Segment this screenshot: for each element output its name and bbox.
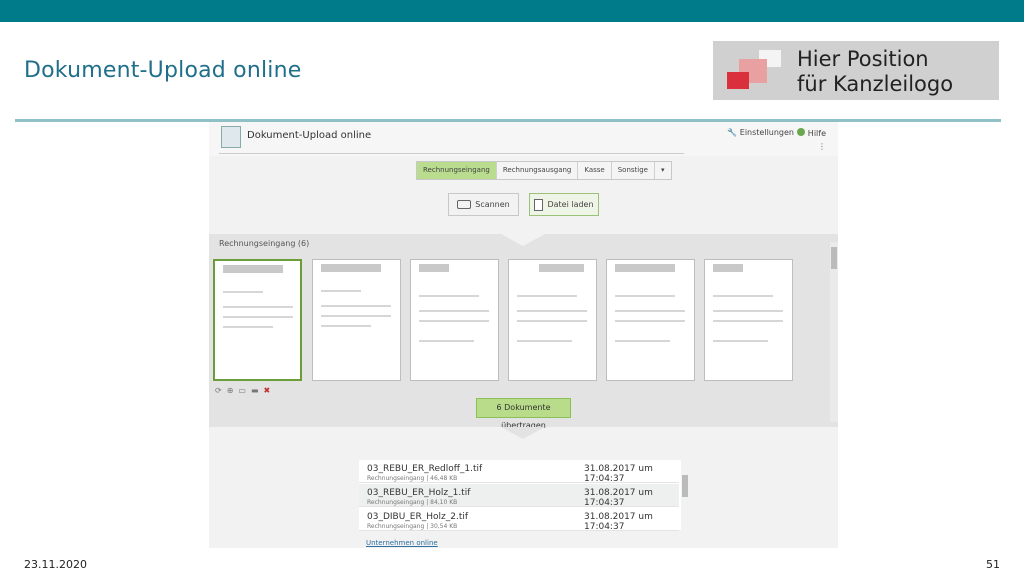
list-item[interactable]: 03_REBU_ER_Holz_1.tif Rechnungseingang |… <box>359 484 679 508</box>
slide-title: Dokument-Upload online <box>24 58 302 83</box>
file-list-scrollbar[interactable] <box>681 460 689 530</box>
document-thumbnail[interactable] <box>704 259 793 381</box>
category-tabs: Rechnungseingang Rechnungsausgang Kasse … <box>416 161 672 180</box>
tab-sonstige[interactable]: Sonstige <box>612 162 655 179</box>
app-screenshot: Dokument-Upload online 🔧 Einstellungen H… <box>209 122 838 548</box>
settings-label: Einstellungen <box>739 128 794 137</box>
file-date: 31.08.2017 um 17:04:37 <box>584 512 653 532</box>
app-logo-icon <box>221 126 241 148</box>
file-meta: Rechnungseingang | 46,48 KB <box>367 475 458 482</box>
settings-link[interactable]: 🔧 Einstellungen <box>727 128 794 137</box>
top-accent-bar <box>0 0 1024 22</box>
pointer-notch-top-overlay <box>501 234 545 246</box>
upload-documents-button[interactable]: 6 Dokumente übertragen <box>476 398 571 430</box>
add-page-icon[interactable]: ⊕ <box>227 386 234 395</box>
scanner-icon <box>457 200 472 209</box>
tab-more-dropdown[interactable]: ▾ <box>655 162 671 179</box>
tab-rechnungsausgang[interactable]: Rechnungsausgang <box>497 162 579 179</box>
load-file-label: Datei laden <box>547 200 594 209</box>
document-thumbnail[interactable] <box>606 259 695 381</box>
merge-icon[interactable]: ▬ <box>251 386 259 395</box>
document-icon <box>534 198 544 211</box>
delete-icon[interactable]: ✖ <box>264 386 271 395</box>
scan-label: Scannen <box>475 200 510 209</box>
file-name: 03_REBU_ER_Redloff_1.tif <box>367 464 483 474</box>
scan-button[interactable]: Scannen <box>448 193 519 216</box>
list-item[interactable]: 03_DIBU_ER_Holz_2.tif Rechnungseingang |… <box>359 508 679 532</box>
logo-placeholder: Hier Position für Kanzleilogo <box>713 41 999 100</box>
list-item[interactable]: 03_REBU_ER_Redloff_1.tif Rechnungseingan… <box>359 460 679 484</box>
unternehmen-online-link[interactable]: Unternehmen online <box>366 539 438 547</box>
logo-text-line2: für Kanzleilogo <box>797 72 954 96</box>
help-icon <box>797 128 806 136</box>
app-title: Dokument-Upload online <box>247 130 372 141</box>
help-link[interactable]: Hilfe <box>797 128 826 138</box>
pointer-notch-bottom <box>501 427 545 439</box>
app-header-divider <box>219 153 684 154</box>
file-date: 31.08.2017 um 17:04:37 <box>584 464 653 484</box>
document-thumbnail[interactable] <box>312 259 401 381</box>
file-meta: Rechnungseingang | 30,54 KB <box>367 523 458 530</box>
document-thumbnail[interactable] <box>213 259 302 381</box>
logo-text-line1: Hier Position <box>797 47 929 71</box>
rotate-icon[interactable]: ⟳ <box>215 386 222 395</box>
file-name: 03_REBU_ER_Holz_1.tif <box>367 488 471 498</box>
document-thumbnail[interactable] <box>508 259 597 381</box>
uploaded-file-list: 03_REBU_ER_Redloff_1.tif Rechnungseingan… <box>359 460 689 532</box>
split-icon[interactable]: ▭ <box>238 386 246 395</box>
load-file-button[interactable]: Datei laden <box>529 193 599 216</box>
section-label: Rechnungseingang (6) <box>219 239 310 248</box>
file-date: 31.08.2017 um 17:04:37 <box>584 488 653 508</box>
help-label: Hilfe <box>807 129 826 138</box>
file-name: 03_DIBU_ER_Holz_2.tif <box>367 512 469 522</box>
tab-kasse[interactable]: Kasse <box>578 162 612 179</box>
document-thumbnail[interactable] <box>410 259 499 381</box>
footer-date: 23.11.2020 <box>24 558 87 571</box>
tab-rechnungseingang[interactable]: Rechnungseingang <box>417 162 497 179</box>
more-menu-icon[interactable]: ⋮ <box>818 142 826 151</box>
preview-scrollbar[interactable] <box>830 242 838 422</box>
app-header: Dokument-Upload online 🔧 Einstellungen H… <box>209 122 838 156</box>
wrench-icon: 🔧 <box>727 128 738 137</box>
logo-text: Hier Position für Kanzleilogo <box>797 47 953 97</box>
page-number: 51 <box>986 558 1000 571</box>
file-meta: Rechnungseingang | 84,10 KB <box>367 499 458 506</box>
thumbnail-toolbar: ⟳ ⊕ ▭ ▬ ✖ <box>215 386 270 395</box>
